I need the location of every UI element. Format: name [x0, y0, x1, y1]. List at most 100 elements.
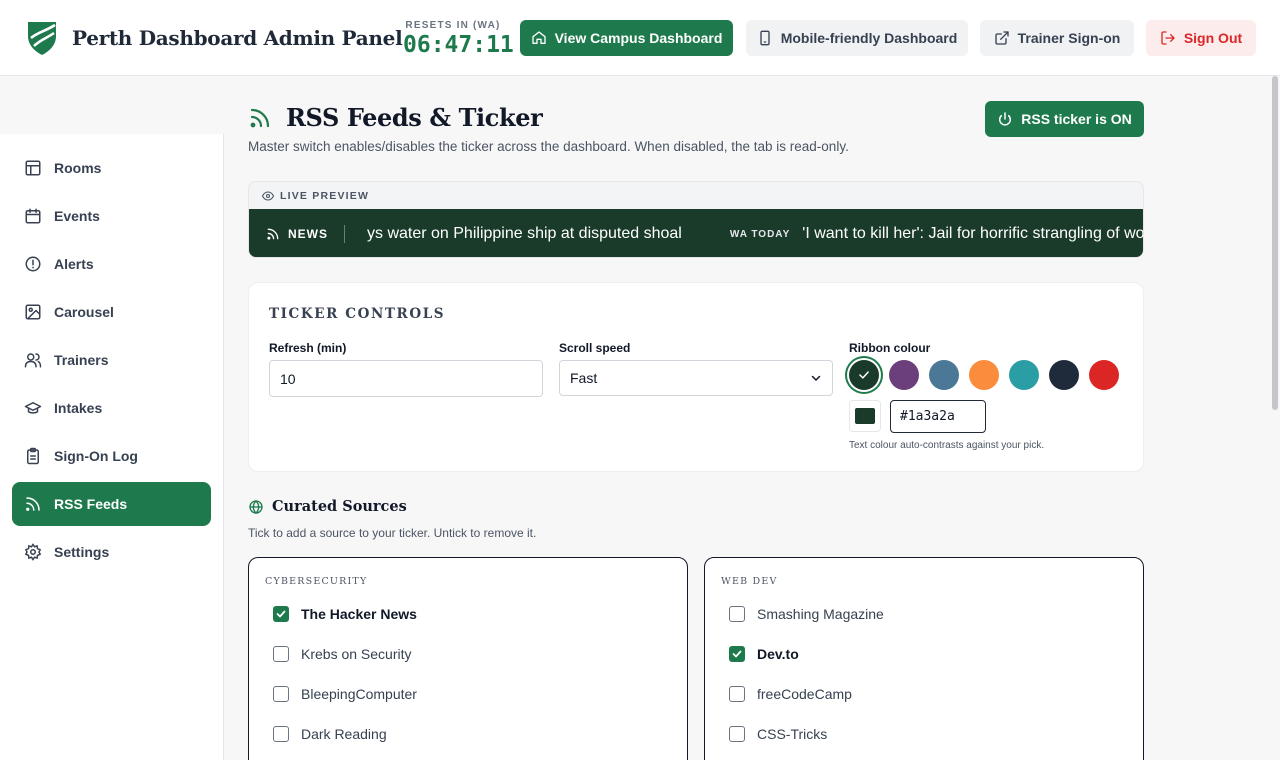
- colour-swatch[interactable]: [929, 360, 959, 390]
- scroll-speed-select[interactable]: Fast: [559, 360, 833, 396]
- colour-swatch[interactable]: [889, 360, 919, 390]
- curated-sources-subtitle: Tick to add a source to your ticker. Unt…: [248, 526, 537, 540]
- sidebar-item-settings[interactable]: Settings: [12, 530, 211, 574]
- scroll-speed-label: Scroll speed: [559, 341, 631, 355]
- source-label: Dev.to: [757, 646, 799, 662]
- source-label: Dark Reading: [301, 726, 387, 742]
- graduation-cap-icon: [24, 402, 42, 414]
- reset-label: RESETS IN (WA): [405, 20, 501, 31]
- colour-picker-button[interactable]: [849, 400, 881, 432]
- rss-ticker-toggle-button[interactable]: RSS ticker is ON: [985, 101, 1144, 137]
- refresh-input[interactable]: [269, 360, 543, 397]
- source-checkbox-row[interactable]: BleepingComputer: [273, 684, 417, 704]
- source-label: Smashing Magazine: [757, 606, 884, 622]
- source-checkbox-row[interactable]: freeCodeCamp: [729, 684, 852, 704]
- ticker-badge: NEWS: [266, 209, 328, 257]
- sidebar-item-label: Events: [54, 208, 100, 224]
- ticker-controls-panel: TICKER CONTROLS Refresh (min) Scroll spe…: [248, 282, 1144, 472]
- live-preview: LIVE PREVIEW NEWS ys water on Philippine…: [248, 181, 1144, 258]
- sidebar-item-carousel[interactable]: Carousel: [12, 290, 211, 334]
- checkbox[interactable]: [729, 646, 745, 662]
- source-label: Krebs on Security: [301, 646, 412, 662]
- sidebar-item-sign-on-log[interactable]: Sign-On Log: [12, 434, 211, 478]
- checkbox[interactable]: [273, 606, 289, 622]
- source-label: BleepingComputer: [301, 686, 417, 702]
- sign-out-label: Sign Out: [1183, 30, 1243, 46]
- source-checkbox-row[interactable]: Dev.to: [729, 644, 799, 664]
- source-checkbox-row[interactable]: Krebs on Security: [273, 644, 412, 664]
- mobile-dashboard-button[interactable]: Mobile-friendly Dashboard: [746, 20, 968, 56]
- scroll-speed-value: Fast: [570, 370, 598, 386]
- sidebar-item-label: Sign-On Log: [54, 448, 138, 464]
- sidebar-item-trainers[interactable]: Trainers: [12, 338, 211, 382]
- ticker-controls-title: TICKER CONTROLS: [269, 306, 446, 322]
- colour-swatch[interactable]: [969, 360, 999, 390]
- image-icon: [25, 304, 41, 320]
- ticker-ribbon: NEWS ys water on Philippine ship at disp…: [249, 209, 1144, 257]
- ticker-headline: 'I want to kill her': Jail for horrific …: [802, 225, 1144, 242]
- ticker-headline: ys water on Philippine ship at disputed …: [367, 225, 682, 242]
- sidebar-item-label: Trainers: [54, 352, 109, 368]
- log-out-icon: [1161, 31, 1175, 45]
- view-campus-dashboard-label: View Campus Dashboard: [554, 30, 723, 46]
- checkbox[interactable]: [729, 726, 745, 742]
- source-group-card: CYBERSECURITY The Hacker News Krebs on Se…: [248, 557, 688, 760]
- source-group-title: WEB DEV: [721, 576, 778, 587]
- colour-swatch[interactable]: [1089, 360, 1119, 390]
- checkbox[interactable]: [273, 686, 289, 702]
- source-label: The Hacker News: [301, 606, 417, 622]
- ticker-source: WA TODAY: [729, 228, 791, 240]
- colour-hint: Text colour auto-contrasts against your …: [849, 440, 1045, 451]
- sidebar-item-label: Rooms: [54, 160, 102, 176]
- scrollbar-thumb[interactable]: [1272, 76, 1278, 410]
- layout-icon: [25, 160, 41, 176]
- alert-circle-icon: [25, 256, 41, 272]
- check-icon: [732, 650, 742, 658]
- mobile-dashboard-label: Mobile-friendly Dashboard: [780, 30, 958, 46]
- source-label: freeCodeCamp: [757, 686, 852, 702]
- gear-icon: [24, 543, 42, 561]
- source-checkbox-row[interactable]: CSS-Tricks: [729, 724, 827, 744]
- source-group-title: CYBERSECURITY: [265, 576, 368, 587]
- globe-icon: [249, 500, 263, 514]
- colour-preview: [855, 408, 875, 424]
- hex-colour-input[interactable]: #1a3a2a: [890, 400, 986, 433]
- clipboard-icon: [27, 447, 39, 465]
- source-checkbox-row[interactable]: Smashing Magazine: [729, 604, 884, 624]
- sidebar-item-label: Alerts: [54, 256, 94, 272]
- sidebar-item-events[interactable]: Events: [12, 194, 211, 238]
- sidebar-item-label: Carousel: [54, 304, 114, 320]
- page-subtitle: Master switch enables/disables the ticke…: [248, 139, 849, 154]
- ticker-track: ys water on Philippine ship at disputed …: [367, 209, 1144, 257]
- checkbox[interactable]: [729, 606, 745, 622]
- brand: Perth Dashboard Admin Panel: [26, 19, 403, 57]
- sidebar-item-intakes[interactable]: Intakes: [12, 386, 211, 430]
- trainer-sign-on-button[interactable]: Trainer Sign-on: [980, 20, 1134, 56]
- checkbox[interactable]: [273, 726, 289, 742]
- refresh-label: Refresh (min): [269, 341, 347, 355]
- sidebar-item-label: RSS Feeds: [54, 496, 128, 512]
- colour-swatch[interactable]: [849, 360, 879, 390]
- rss-ticker-toggle-label: RSS ticker is ON: [1021, 111, 1132, 127]
- sidebar-item-alerts[interactable]: Alerts: [12, 242, 211, 286]
- sidebar-item-rss-feeds[interactable]: RSS Feeds: [12, 482, 211, 526]
- ribbon-colour-label: Ribbon colour: [849, 341, 931, 355]
- app-title: Perth Dashboard Admin Panel: [72, 26, 403, 50]
- colour-swatch[interactable]: [1049, 360, 1079, 390]
- live-preview-header: LIVE PREVIEW: [249, 182, 1143, 209]
- top-header: Perth Dashboard Admin Panel RESETS IN (W…: [0, 0, 1280, 76]
- source-checkbox-row[interactable]: The Hacker News: [273, 604, 417, 624]
- source-group-card: WEB DEV Smashing Magazine Dev.to freeCodeC…: [704, 557, 1144, 760]
- page-scrollbar[interactable]: [1270, 76, 1280, 760]
- sidebar: Rooms Events Alerts Carousel Trainers In…: [0, 134, 224, 760]
- source-label: CSS-Tricks: [757, 726, 828, 742]
- sidebar-item-rooms[interactable]: Rooms: [12, 146, 211, 190]
- check-icon: [276, 610, 286, 618]
- checkbox[interactable]: [729, 686, 745, 702]
- users-icon: [24, 353, 42, 368]
- checkbox[interactable]: [273, 646, 289, 662]
- colour-swatch[interactable]: [1009, 360, 1039, 390]
- sign-out-button[interactable]: Sign Out: [1146, 20, 1256, 56]
- source-checkbox-row[interactable]: Dark Reading: [273, 724, 387, 744]
- view-campus-dashboard-button[interactable]: View Campus Dashboard: [520, 20, 733, 56]
